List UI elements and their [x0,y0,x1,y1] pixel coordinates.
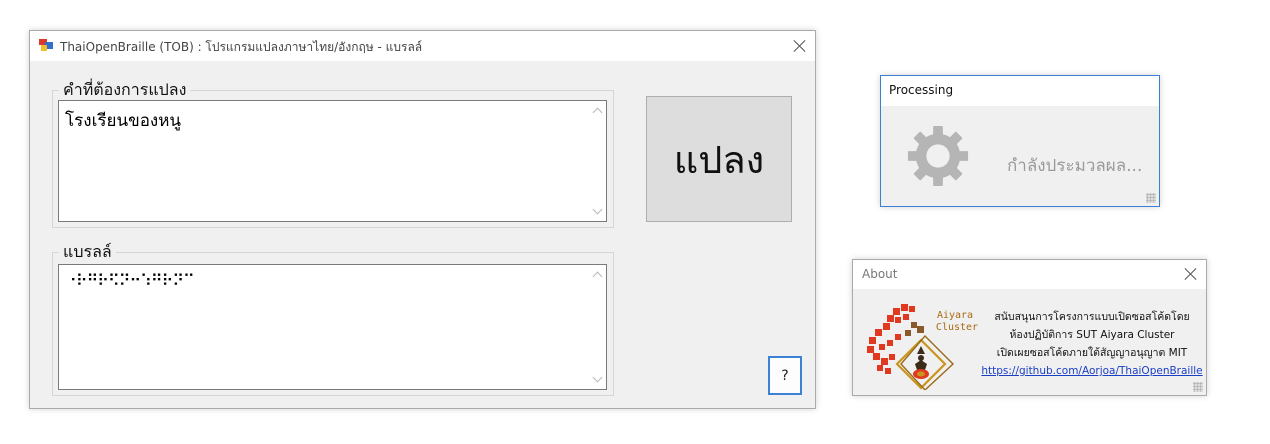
about-close-button[interactable] [1182,265,1200,283]
processing-titlebar[interactable]: Processing [881,76,1159,106]
about-title: About [862,267,898,281]
processing-status-text: กำลังประมวลผล... [1007,156,1143,176]
resize-grip-icon[interactable] [1146,193,1156,203]
github-link[interactable]: https://github.com/Aorjoa/ThaiOpenBraill… [981,365,1202,377]
aiyara-cluster-logo: Aiyara Cluster [867,304,978,390]
input-scrollbar[interactable] [589,101,606,221]
about-line-3: เปิดเผยซอสโค้ดภายใต้สัญญาอนุญาต MIT [996,347,1188,359]
about-line-1: สนับสนุนการโครงการแบบเปิดซอสโค้ดโดย [994,311,1190,323]
input-text: โรงเรียนของหนู [65,111,182,131]
translate-button[interactable]: แปลง [646,96,792,222]
processing-title: Processing [889,83,954,97]
main-window-title: ThaiOpenBraille (TOB) : โปรแกรมแปลงภาษาไ… [60,40,423,54]
logo-text-aiyara: Aiyara [937,310,973,321]
scroll-up-icon[interactable] [592,270,603,282]
scroll-down-icon[interactable] [592,204,603,216]
scroll-down-icon[interactable] [592,372,603,384]
gear-icon [907,125,969,187]
app-icon [39,39,53,51]
output-textbox[interactable]: ⠐⠗⠛⠗⠫⠝⠒⠱⠛⠗⠝⠉ [58,264,607,390]
about-text-block: สนับสนุนการโครงการแบบเปิดซอสโค้ดโดย ห้อง… [981,308,1203,380]
output-group-label: แบรลล์ [63,242,112,261]
about-titlebar[interactable]: About [853,260,1206,289]
braille-output-text: ⠐⠗⠛⠗⠫⠝⠒⠱⠛⠗⠝⠉ [65,271,195,290]
logo-text-cluster: Cluster [936,322,978,333]
resize-grip-icon[interactable] [1193,382,1203,392]
about-line-2: ห้องปฏิบัติการ SUT Aiyara Cluster [1009,329,1175,341]
help-button[interactable]: ? [768,356,802,395]
main-titlebar[interactable]: ThaiOpenBraille (TOB) : โปรแกรมแปลงภาษาไ… [30,31,815,61]
processing-dialog: Processing กำลังประมวลผล... [880,75,1160,207]
scroll-up-icon[interactable] [592,106,603,118]
main-close-button[interactable] [791,37,809,55]
main-window: ThaiOpenBraille (TOB) : โปรแกรมแปลงภาษาไ… [29,30,816,409]
output-scrollbar[interactable] [589,265,606,389]
input-textbox[interactable]: โรงเรียนของหนู [58,100,607,222]
about-dialog: About Aiyara Cluster สนับสนุนการโครงการแ… [852,259,1207,396]
